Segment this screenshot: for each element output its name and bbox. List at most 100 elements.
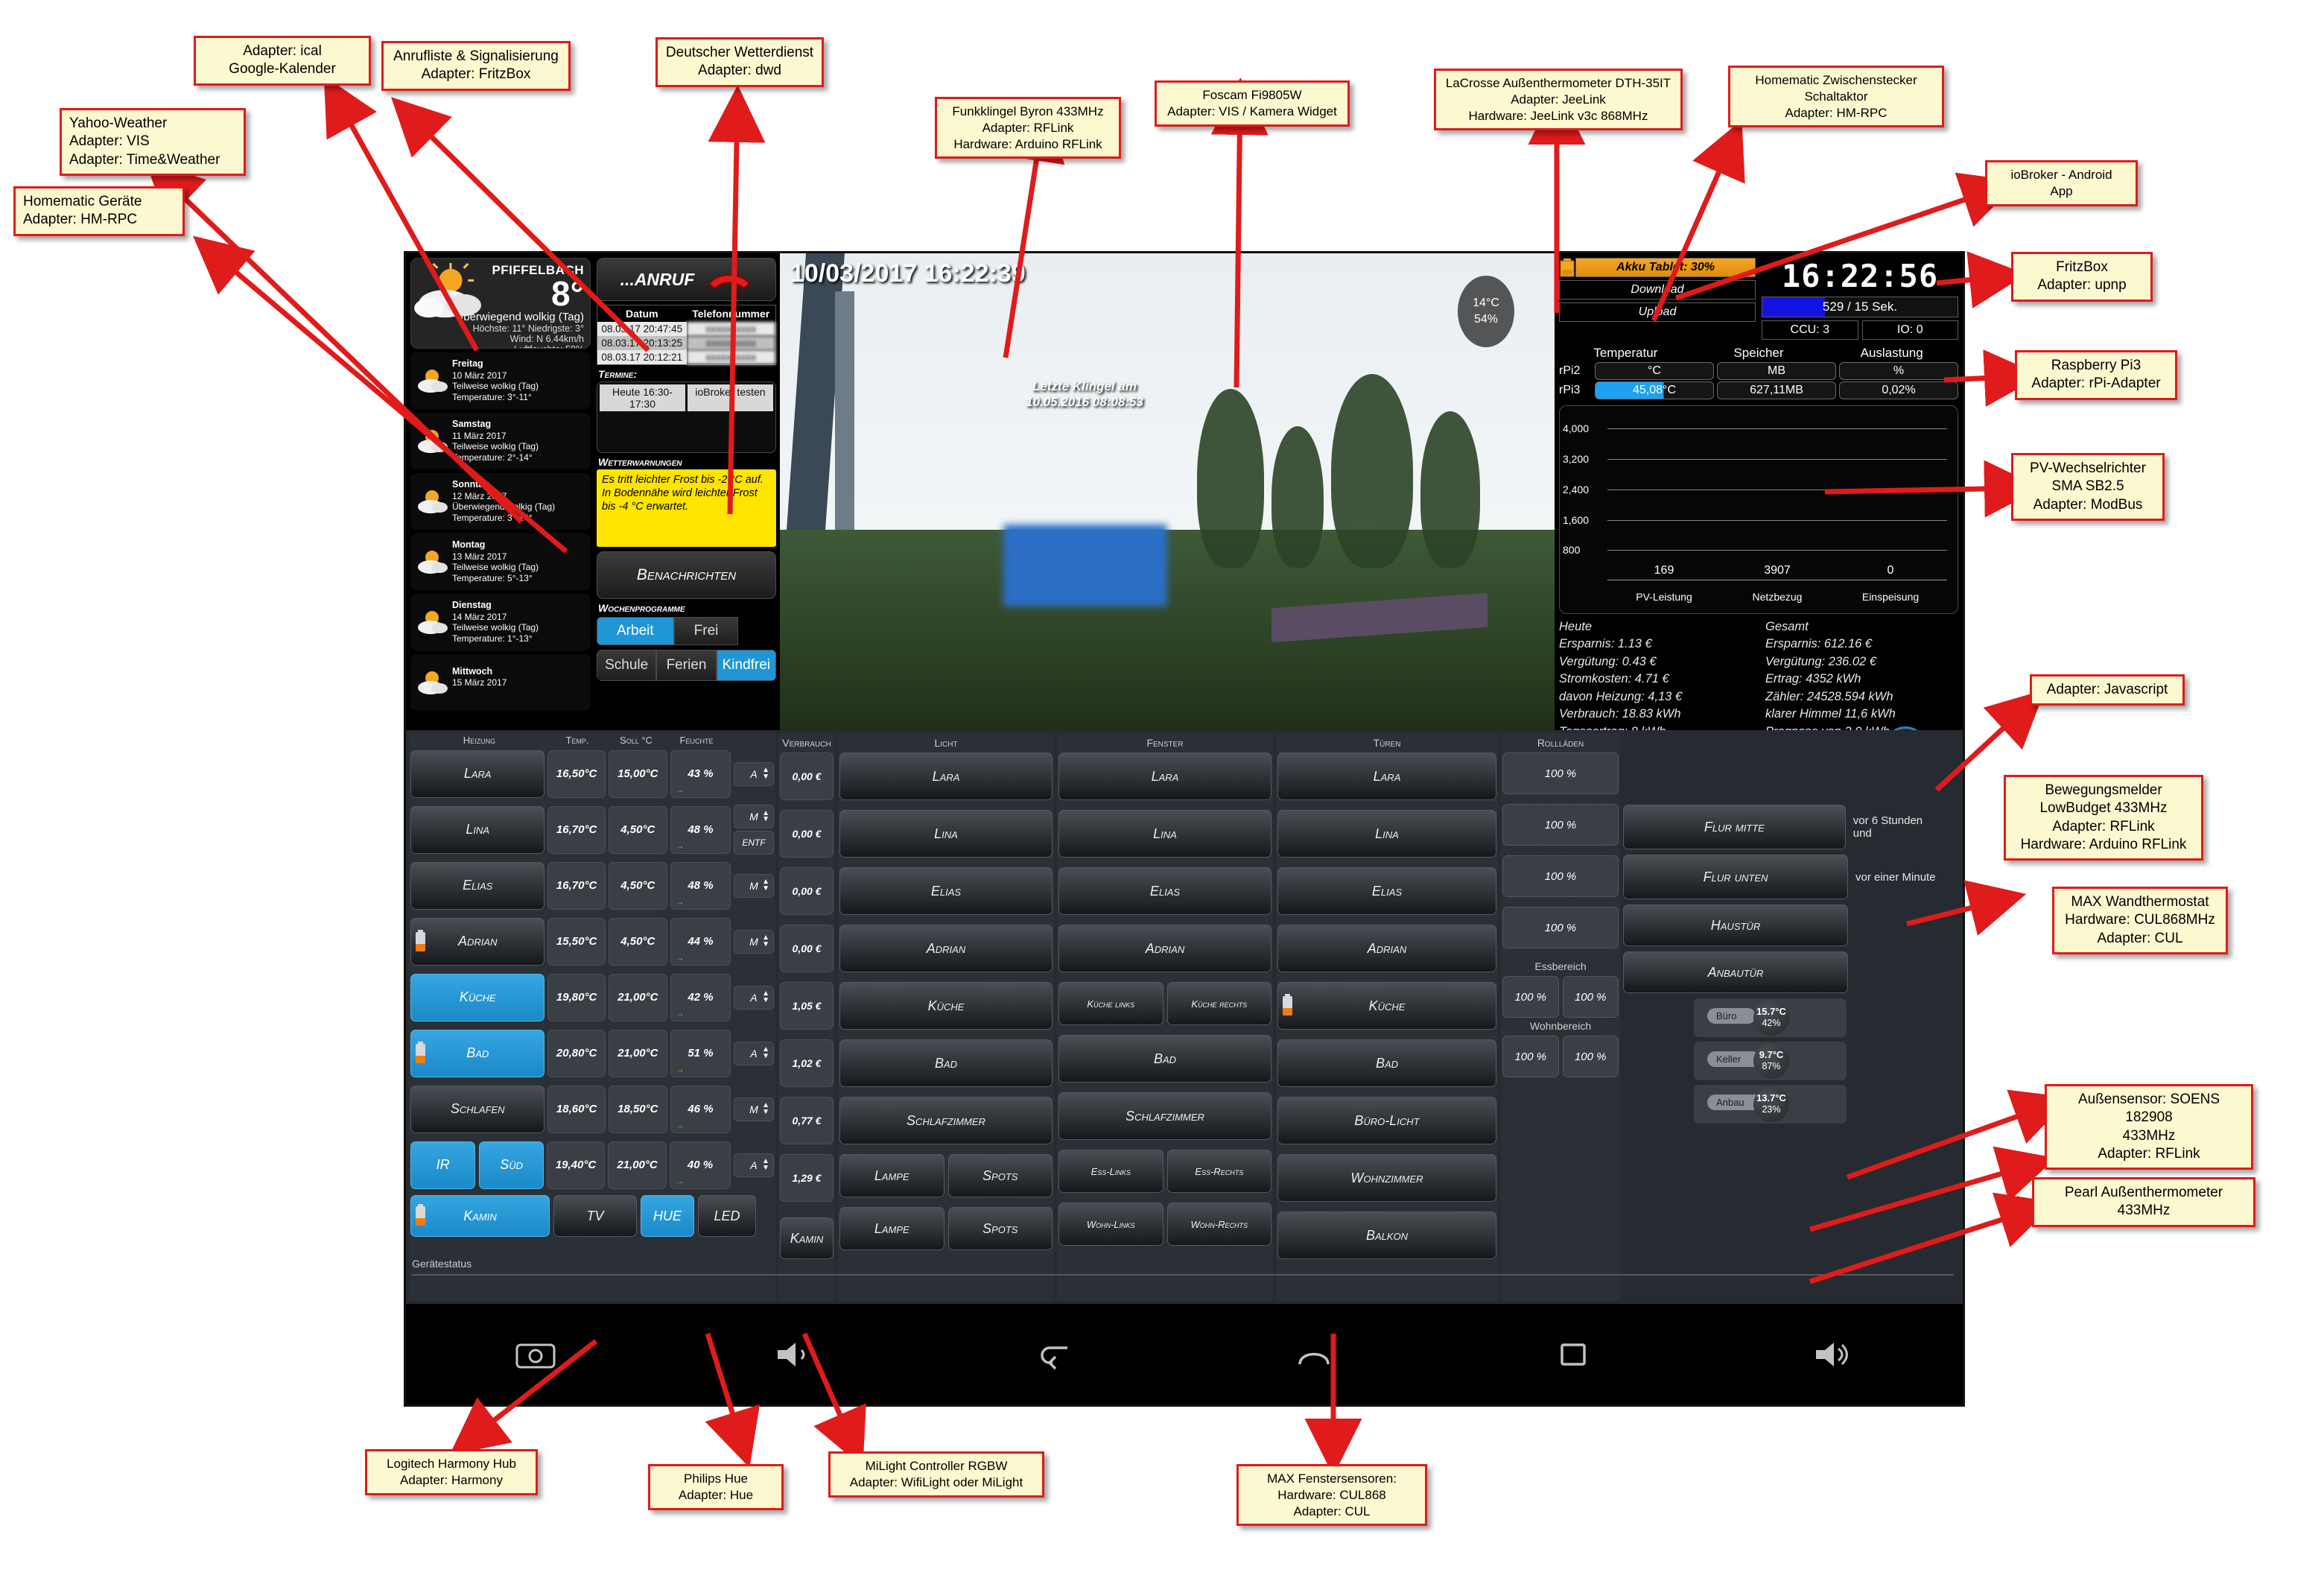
call-header-button[interactable]: ...ANRUF	[597, 258, 776, 301]
light-btn-lampe[interactable]: Lampe	[839, 1207, 944, 1250]
week-program-ferien[interactable]: Ferien	[656, 650, 717, 681]
header-heizung: Heizung	[463, 735, 496, 746]
home-icon[interactable]	[1292, 1337, 1336, 1372]
door-btn-lara[interactable]: Lara	[1277, 753, 1496, 800]
heating-entf-button[interactable]: ENTF	[734, 831, 774, 855]
back-icon[interactable]	[1033, 1337, 1076, 1372]
door-btn-wohnzimmer[interactable]: Wohnzimmer	[1277, 1154, 1496, 1202]
door-btn-bad[interactable]: Bad	[1277, 1039, 1496, 1087]
light-btn-schlafzimmer[interactable]: Schlafzimmer	[839, 1097, 1053, 1144]
week-program-frei[interactable]: Frei	[673, 617, 739, 645]
week-program-arbeit[interactable]: Arbeit	[597, 617, 674, 645]
motion-btn-flur-mitte[interactable]: Flur mitte	[1623, 805, 1846, 849]
week-program-kindfrei[interactable]: Kindfrei	[716, 650, 776, 681]
door-anbautuer[interactable]: Anbautür	[1623, 951, 1848, 993]
shutter-ess-2[interactable]: 100 %	[1562, 976, 1619, 1018]
heating-mode[interactable]: M ▲ ▼	[734, 805, 774, 829]
heating-soll[interactable]: 18,50°C	[608, 1085, 667, 1133]
heating-btn-schlafen[interactable]: Schlafen	[410, 1085, 545, 1133]
call-row[interactable]: 08.03.17 20:13:25 xxxxxxxxxx	[597, 336, 775, 350]
recents-icon[interactable]	[1552, 1337, 1595, 1372]
heating-soll[interactable]: 15,00°C	[608, 750, 667, 798]
light-btn-küche[interactable]: Küche	[839, 982, 1053, 1030]
verbrauch-kamin[interactable]: Kamin	[780, 1217, 834, 1259]
shutter-mid[interactable]: 100 %	[1502, 907, 1619, 948]
heating-btn-lina[interactable]: Lina	[410, 805, 545, 854]
heating-mode[interactable]: A ▲ ▼	[734, 761, 774, 786]
week-program-schule[interactable]: Schule	[597, 650, 657, 681]
heating-btn-bad[interactable]: Bad	[410, 1029, 545, 1077]
window-btn-küche-links[interactable]: Küche links	[1058, 982, 1163, 1025]
heating-soll[interactable]: 21,00°C	[608, 1029, 667, 1077]
heating-mode[interactable]: M ▲ ▼	[734, 1097, 774, 1121]
pi3-label: rPi3	[1559, 384, 1581, 396]
heating-mode[interactable]: A ▲ ▼	[733, 1153, 774, 1177]
window-btn-schlafzimmer[interactable]: Schlafzimmer	[1058, 1092, 1271, 1140]
light-btn-bad[interactable]: Bad	[839, 1039, 1053, 1087]
heating-temp: 20,80°C	[547, 1029, 606, 1077]
shutter-ess-1[interactable]: 100 %	[1502, 976, 1559, 1018]
window-btn-ess-rechts[interactable]: Ess-Rechts	[1166, 1150, 1271, 1193]
heating-btn-adrian[interactable]: Adrian	[410, 917, 545, 966]
motion-btn-flur-unten[interactable]: Flur unten	[1623, 855, 1848, 899]
shutter-top[interactable]: 100 %	[1502, 753, 1619, 794]
appointment-row[interactable]: Heute 16:30-17:30 ioBroker testen	[600, 384, 773, 411]
device-led[interactable]: LED	[698, 1195, 756, 1237]
light-btn-elias[interactable]: Elias	[839, 867, 1053, 915]
window-btn-wohn-rechts[interactable]: Wohn-Rechts	[1166, 1203, 1271, 1246]
heating-btn-küche[interactable]: Küche	[410, 973, 545, 1021]
call-row[interactable]: 08.03.17 20:47:45 xxxxxxxxxx	[597, 322, 775, 336]
window-btn-küche-rechts[interactable]: Küche rechts	[1166, 982, 1271, 1025]
window-btn-bad[interactable]: Bad	[1058, 1035, 1271, 1083]
motion-status: vor einer Minute	[1855, 870, 1936, 884]
window-btn-adrian[interactable]: Adrian	[1058, 925, 1271, 972]
light-btn-lampe[interactable]: Lampe	[839, 1154, 944, 1197]
shutter-top[interactable]: 100 %	[1502, 804, 1619, 846]
heating-soll[interactable]: 21,00°C	[608, 973, 667, 1021]
notify-button[interactable]: Benachrichten	[597, 551, 776, 599]
light-btn-spots[interactable]: Spots	[947, 1207, 1053, 1250]
heating-soll[interactable]: 4,50°C	[608, 917, 667, 966]
camera-icon[interactable]	[514, 1337, 557, 1372]
heating-mode[interactable]: M ▲ ▼	[734, 929, 774, 954]
light-btn-lina[interactable]: Lina	[839, 810, 1053, 858]
window-btn-lara[interactable]: Lara	[1058, 753, 1271, 800]
window-btn-ess-links[interactable]: Ess-Links	[1058, 1150, 1163, 1193]
device-tv[interactable]: TV	[553, 1195, 637, 1237]
heating-mode[interactable]: A ▲ ▼	[734, 1041, 774, 1065]
door-btn-lina[interactable]: Lina	[1277, 810, 1496, 858]
camera-widget[interactable]: 10/03/2017 16:22:39 Letzte Klingel am 10…	[780, 253, 1555, 730]
device-hue[interactable]: HUE	[641, 1195, 694, 1237]
window-btn-lina[interactable]: Lina	[1058, 810, 1271, 858]
heating-soll[interactable]: 4,50°C	[608, 805, 667, 854]
heating-btn-elias[interactable]: Elias	[410, 861, 545, 910]
door-btn-elias[interactable]: Elias	[1277, 867, 1496, 915]
volume-up-icon[interactable]	[1812, 1337, 1855, 1372]
door-btn-adrian[interactable]: Adrian	[1277, 925, 1496, 972]
light-btn-spots[interactable]: Spots	[947, 1154, 1053, 1197]
chart-category: PV-Leistung	[1636, 591, 1692, 603]
heating-soll[interactable]: 21,00°C	[607, 1141, 667, 1189]
heating-mode[interactable]: M ▲ ▼	[734, 873, 774, 898]
door-btn-balkon[interactable]: Balkon	[1277, 1211, 1496, 1259]
shutter-wohn-1[interactable]: 100 %	[1502, 1036, 1559, 1077]
door-haustuer[interactable]: Haustür	[1623, 905, 1848, 946]
window-btn-elias[interactable]: Elias	[1058, 867, 1271, 915]
door-btn-kche[interactable]: Küche	[1277, 982, 1496, 1030]
call-header-label: ...ANRUF	[620, 269, 695, 289]
shutter-mid[interactable]: 100 %	[1502, 855, 1619, 897]
heating-btn-ir[interactable]: IR	[410, 1141, 476, 1189]
heating-row: Elias 16,70°C 4,50°C 48 % → M ▲ ▼	[410, 858, 774, 913]
shutter-wohn-2[interactable]: 100 %	[1562, 1036, 1619, 1077]
call-row[interactable]: 08.03.17 20:12:21 xxxxxxxxxx	[597, 350, 775, 364]
heating-btn-lara[interactable]: Lara	[410, 750, 545, 798]
door-btn-bro-licht[interactable]: Büro-Licht	[1277, 1097, 1496, 1144]
light-btn-lara[interactable]: Lara	[839, 753, 1053, 800]
heating-btn-sued[interactable]: Süd	[479, 1141, 545, 1189]
heating-mode[interactable]: A ▲ ▼	[734, 985, 774, 1010]
device-kamin[interactable]: Kamin	[410, 1195, 550, 1237]
volume-down-icon[interactable]	[773, 1337, 816, 1372]
light-btn-adrian[interactable]: Adrian	[839, 925, 1053, 972]
window-btn-wohn-links[interactable]: Wohn-Links	[1058, 1203, 1163, 1246]
heating-soll[interactable]: 4,50°C	[608, 861, 667, 910]
